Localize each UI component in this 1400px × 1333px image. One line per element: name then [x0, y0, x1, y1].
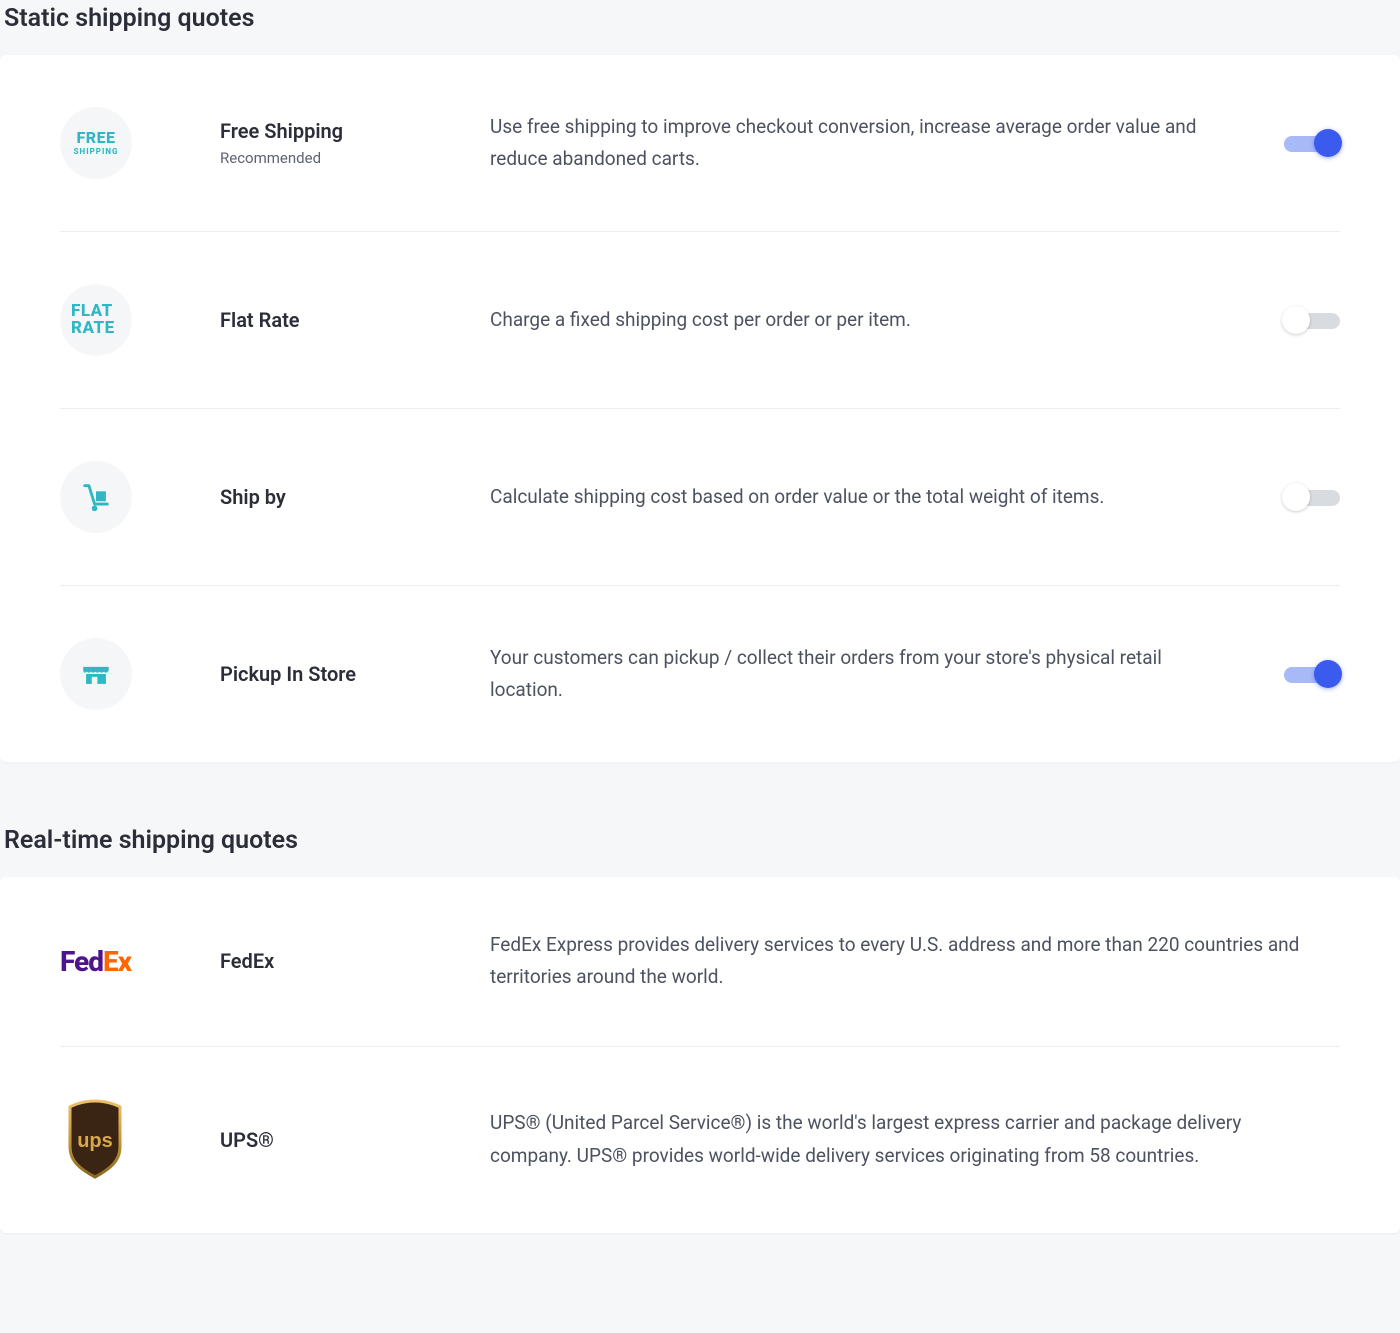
ups-logo: ups	[60, 1099, 220, 1181]
section-title-static: Static shipping quotes	[0, 0, 1400, 55]
name-col: Pickup In Store	[220, 662, 490, 686]
method-name: Free Shipping	[220, 119, 490, 143]
shipping-row-pickup: Pickup In Store Your customers can picku…	[60, 586, 1340, 762]
toggle-free-shipping[interactable]	[1284, 129, 1340, 157]
method-name: Pickup In Store	[220, 662, 490, 686]
toggle-flat-rate[interactable]	[1284, 306, 1340, 334]
toggle-col	[1260, 660, 1340, 688]
shipping-row-flat-rate: FLAT RATE Flat Rate Charge a fixed shipp…	[60, 232, 1340, 409]
method-description: Charge a fixed shipping cost per order o…	[490, 304, 1260, 336]
carrier-row-ups: ups UPS® UPS® (United Parcel Service®) i…	[60, 1047, 1340, 1233]
name-col: UPS®	[220, 1128, 490, 1152]
toggle-col	[1260, 306, 1340, 334]
name-col: Ship by	[220, 485, 490, 509]
toggle-col	[1260, 483, 1340, 511]
toggle-ship-by[interactable]	[1284, 483, 1340, 511]
svg-text:ups: ups	[77, 1130, 113, 1152]
method-description: Calculate shipping cost based on order v…	[490, 481, 1260, 513]
realtime-card: FedEx FedEx FedEx Express provides deliv…	[0, 877, 1400, 1233]
carrier-description: FedEx Express provides delivery services…	[490, 929, 1340, 994]
name-col: Free Shipping Recommended	[220, 119, 490, 167]
method-name: Flat Rate	[220, 308, 490, 332]
shipping-row-ship-by: Ship by Calculate shipping cost based on…	[60, 409, 1340, 586]
carrier-name: UPS®	[220, 1128, 490, 1152]
recommended-badge: Recommended	[220, 149, 490, 167]
store-icon	[60, 638, 132, 710]
realtime-section: Real-time shipping quotes FedEx FedEx Fe…	[0, 822, 1400, 1233]
method-description: Use free shipping to improve checkout co…	[490, 111, 1260, 176]
icon-col: FREE SHIPPING	[60, 107, 220, 179]
toggle-col	[1260, 129, 1340, 157]
hand-truck-icon	[60, 461, 132, 533]
static-section: Static shipping quotes FREE SHIPPING Fre…	[0, 0, 1400, 762]
name-col: FedEx	[220, 949, 490, 973]
shipping-row-free-shipping: FREE SHIPPING Free Shipping Recommended …	[60, 55, 1340, 232]
flat-rate-icon: FLAT RATE	[60, 284, 132, 356]
fedex-logo: FedEx	[60, 945, 220, 978]
carrier-name: FedEx	[220, 949, 490, 973]
icon-col	[60, 461, 220, 533]
method-description: Your customers can pickup / collect thei…	[490, 642, 1260, 707]
carrier-description: UPS® (United Parcel Service®) is the wor…	[490, 1107, 1340, 1172]
static-card: FREE SHIPPING Free Shipping Recommended …	[0, 55, 1400, 762]
section-title-realtime: Real-time shipping quotes	[0, 822, 1400, 877]
toggle-pickup[interactable]	[1284, 660, 1340, 688]
icon-col: FLAT RATE	[60, 284, 220, 356]
name-col: Flat Rate	[220, 308, 490, 332]
icon-col	[60, 638, 220, 710]
free-shipping-icon: FREE SHIPPING	[60, 107, 132, 179]
method-name: Ship by	[220, 485, 490, 509]
carrier-row-fedex: FedEx FedEx FedEx Express provides deliv…	[60, 877, 1340, 1047]
